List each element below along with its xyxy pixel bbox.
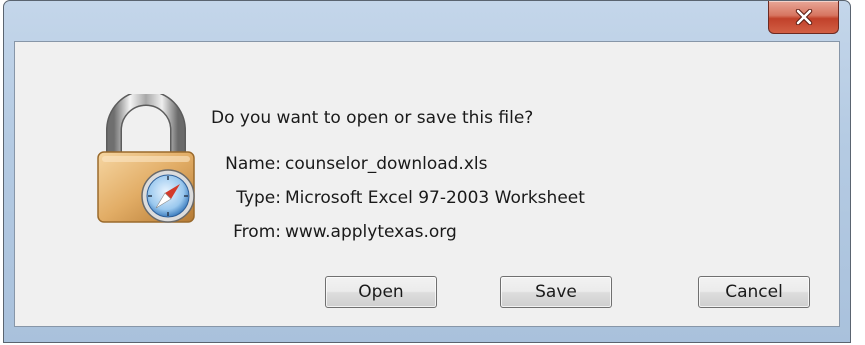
type-value: Microsoft Excel 97-2003 Worksheet	[285, 188, 585, 208]
dialog-question: Do you want to open or save this file?	[211, 108, 534, 128]
dialog-content: Do you want to open or save this file? N…	[14, 41, 840, 327]
compass-icon	[141, 169, 195, 223]
file-type-row: Type: Microsoft Excel 97-2003 Worksheet	[211, 188, 585, 208]
close-button[interactable]	[768, 1, 839, 34]
from-label: From:	[233, 222, 281, 242]
type-label: Type:	[236, 188, 281, 208]
name-value: counselor_download.xls	[285, 154, 488, 174]
file-name-row: Name: counselor_download.xls	[211, 154, 487, 174]
cancel-button[interactable]: Cancel	[698, 276, 810, 308]
close-icon	[795, 9, 813, 25]
file-download-dialog: Do you want to open or save this file? N…	[3, 0, 851, 343]
open-button[interactable]: Open	[325, 276, 437, 308]
from-value: www.applytexas.org	[285, 222, 457, 242]
lock-icon	[97, 94, 195, 223]
title-bar[interactable]	[4, 1, 850, 41]
name-label: Name:	[225, 154, 281, 174]
file-source-row: From: www.applytexas.org	[211, 222, 457, 242]
save-button[interactable]: Save	[500, 276, 612, 308]
